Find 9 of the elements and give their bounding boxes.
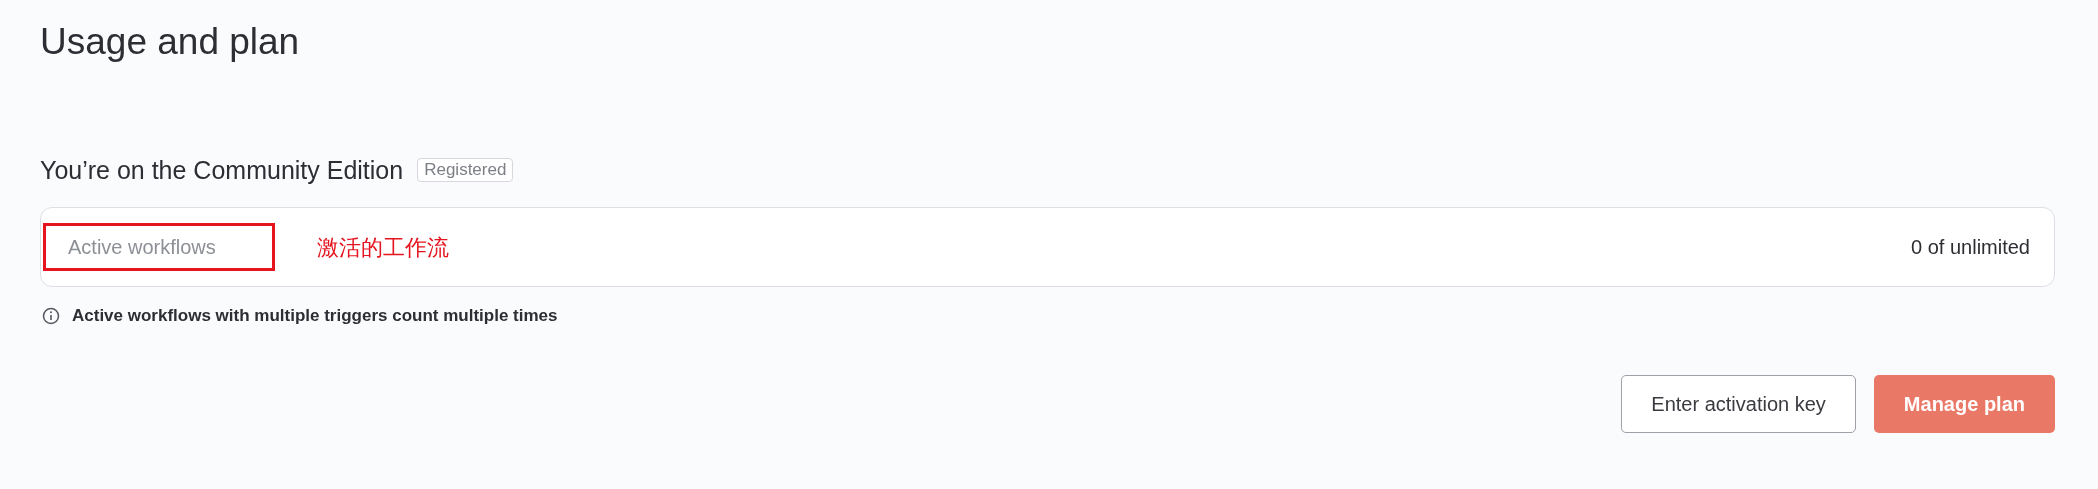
status-badge: Registered (417, 158, 514, 182)
info-icon (42, 306, 60, 325)
activation-key-button[interactable]: Enter activation key (1621, 374, 1856, 433)
usage-value: 0 of unlimited (1911, 235, 2030, 260)
page-title: Usage and plan (40, 20, 301, 64)
usage-label: Active workflows (43, 223, 275, 271)
info-note: Active workflows with multiple triggers count multiple times (72, 305, 558, 327)
annotation-text: 激活的工作流 (317, 233, 449, 262)
section-heading: You’re on the Community Edition (40, 155, 404, 186)
